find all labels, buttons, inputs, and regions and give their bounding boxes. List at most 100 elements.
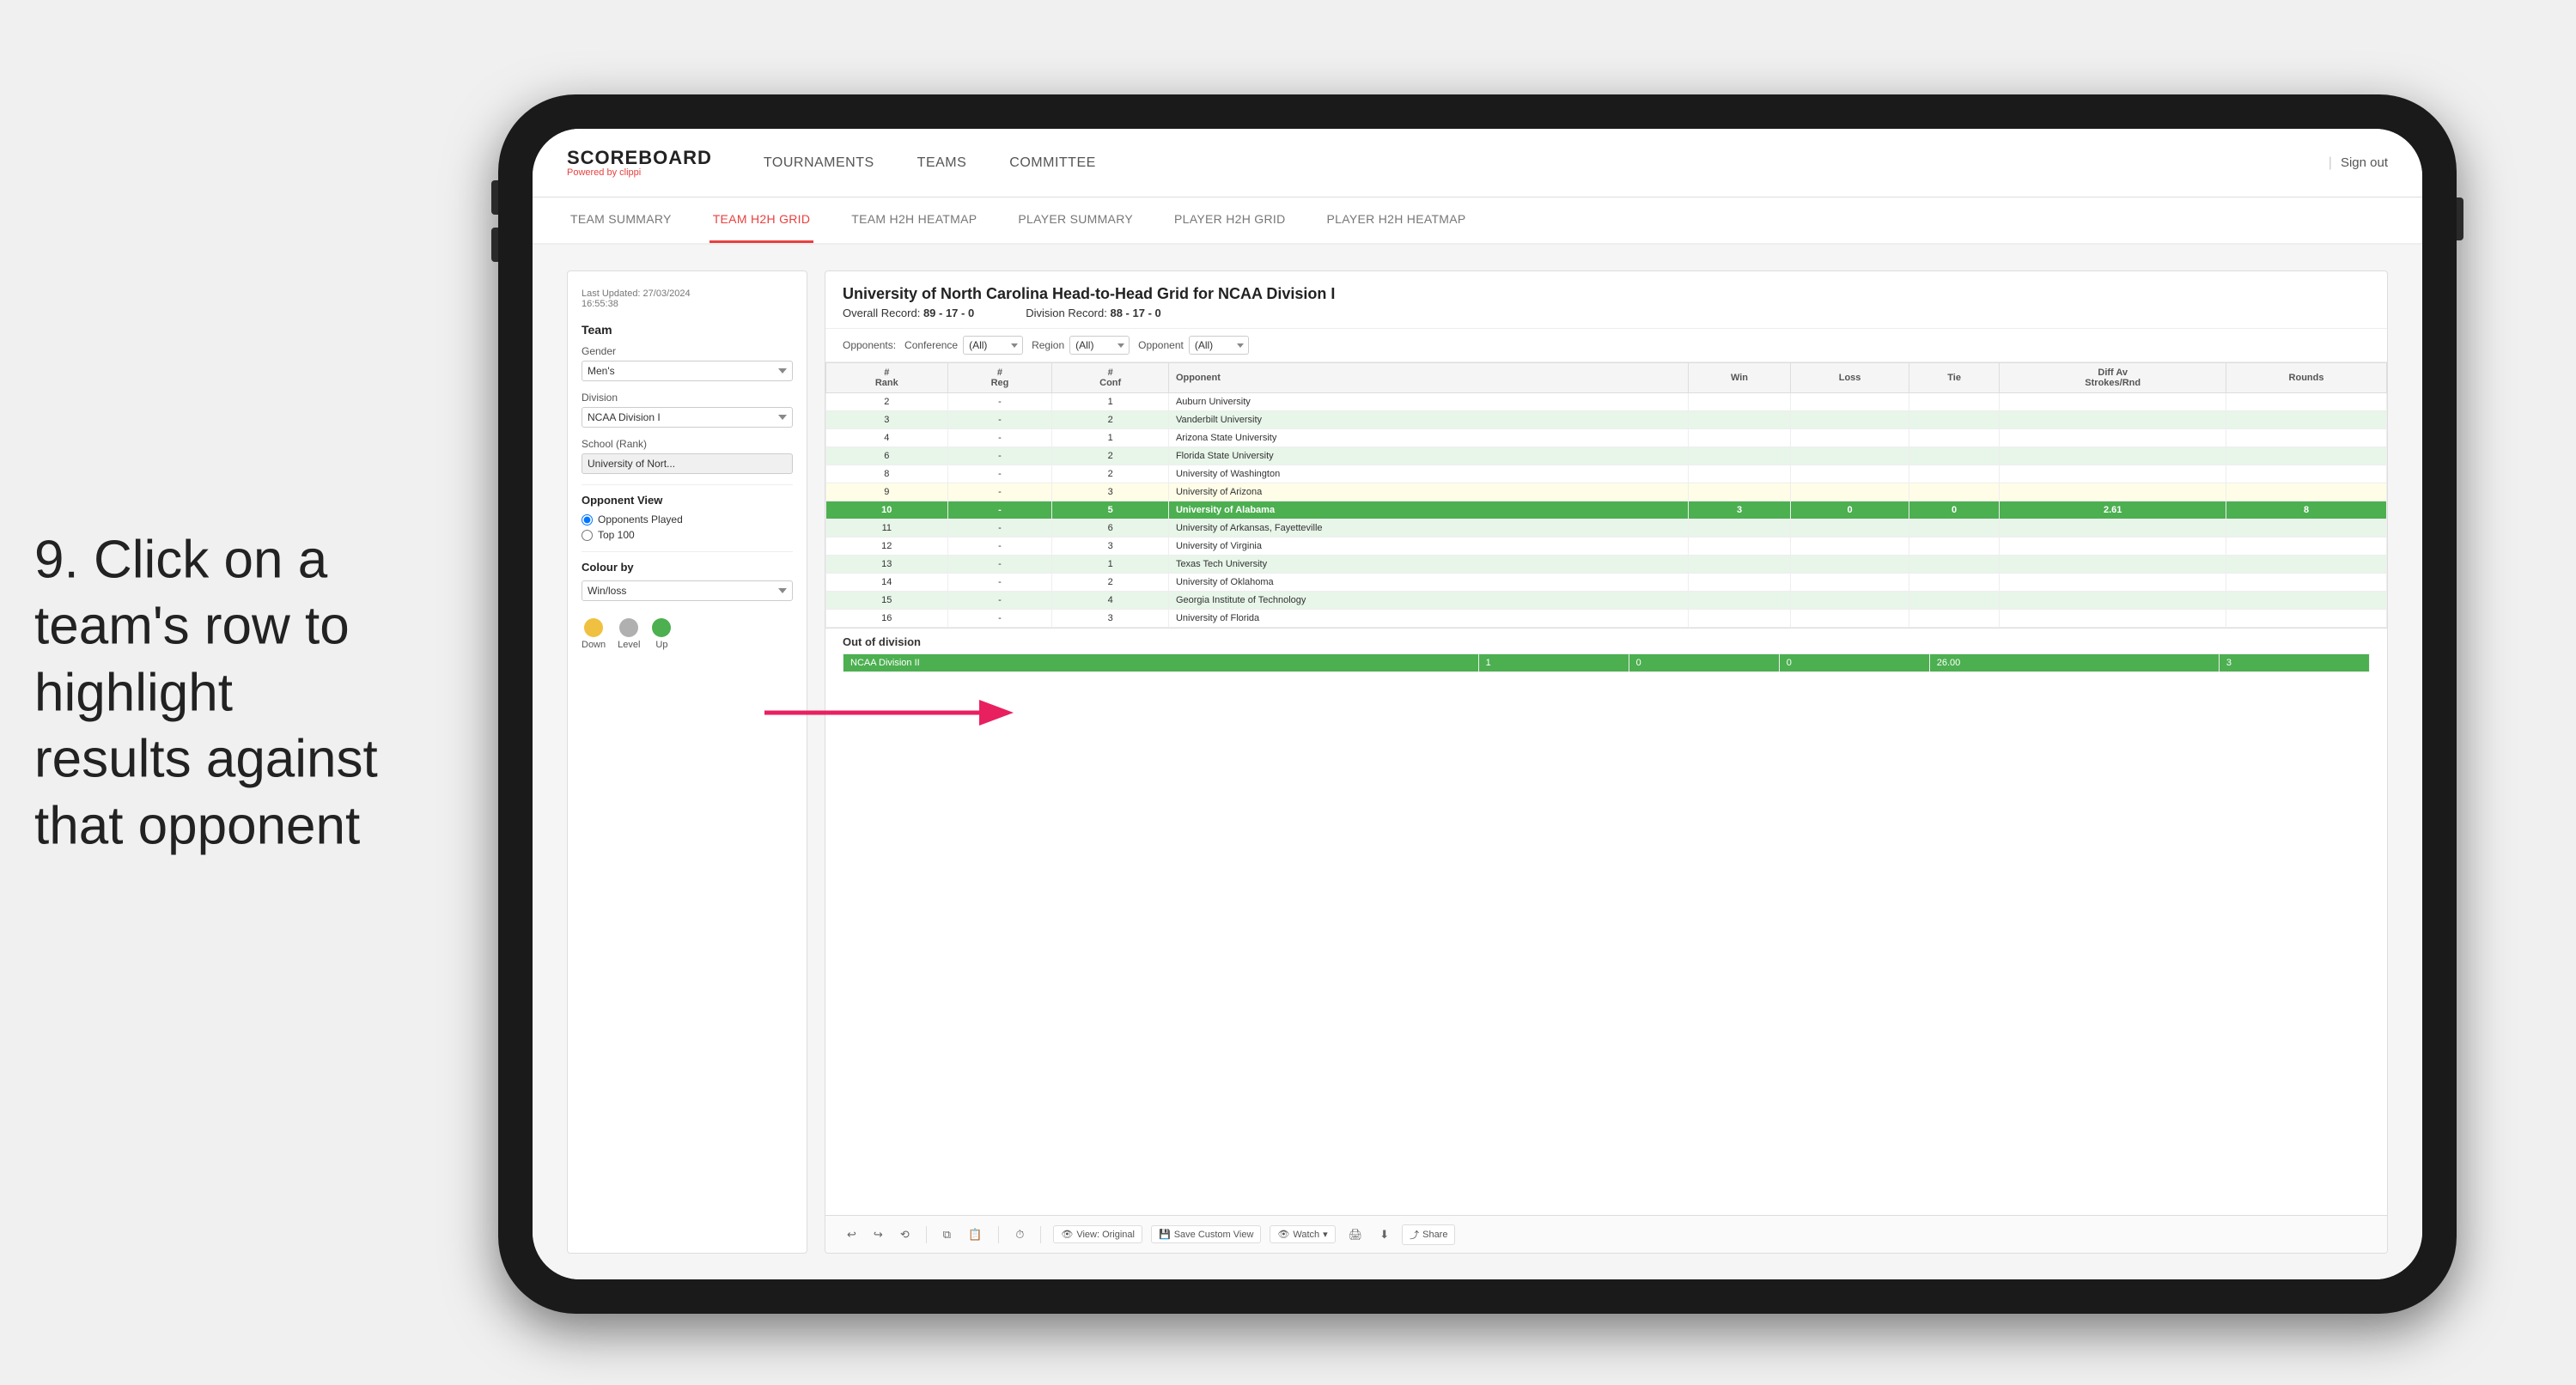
history-btn[interactable]: ⟲ (896, 1225, 914, 1244)
legend-level: Level (618, 618, 640, 650)
cell-win (1688, 610, 1791, 628)
region-filter-select[interactable]: (All) (1069, 336, 1130, 355)
nav-item-committee[interactable]: COMMITTEE (1009, 151, 1096, 175)
col-reg: #Reg (947, 363, 1052, 393)
undo-btn[interactable]: ↩ (843, 1225, 861, 1244)
cell-rank: 13 (826, 556, 948, 574)
nav-item-teams[interactable]: TEAMS (917, 151, 967, 175)
table-row[interactable]: 6-2Florida State University (826, 447, 2387, 465)
cell-rounds (2226, 592, 2387, 610)
cell-diff (2000, 574, 2226, 592)
cell-diff (2000, 465, 2226, 483)
radio-top100[interactable]: Top 100 (582, 529, 793, 541)
paste-btn[interactable]: 📋 (964, 1225, 986, 1244)
download-btn[interactable]: ⬇ (1375, 1225, 1393, 1244)
share-btn[interactable]: ⤴ Share (1402, 1224, 1455, 1245)
table-row[interactable]: 13-1Texas Tech University (826, 556, 2387, 574)
print-btn[interactable]: 🖨 (1344, 1225, 1367, 1244)
timer-btn[interactable]: ⏱ (1011, 1225, 1028, 1244)
cell-tie (1909, 574, 1999, 592)
table-row[interactable]: 9-3University of Arizona (826, 483, 2387, 501)
cell-win (1688, 411, 1791, 429)
cell-loss (1791, 610, 1909, 628)
tab-team-h2h-grid[interactable]: TEAM H2H GRID (709, 197, 814, 243)
division-select[interactable]: NCAA Division I (582, 407, 793, 428)
cell-diff (2000, 447, 2226, 465)
toolbar-sep-3 (1040, 1226, 1041, 1243)
volume-down-button[interactable] (491, 228, 498, 262)
gender-select[interactable]: Men's (582, 361, 793, 381)
cell-tie (1909, 538, 1999, 556)
cell-rounds (2226, 465, 2387, 483)
copy-btn[interactable]: ⧉ (939, 1225, 955, 1244)
colour-by-title: Colour by (582, 561, 793, 574)
table-row[interactable]: 2-1Auburn University (826, 393, 2387, 411)
table-row[interactable]: 4-1Arizona State University (826, 429, 2387, 447)
power-button[interactable] (2457, 197, 2463, 240)
table-row[interactable]: 10-5University of Alabama3002.618 (826, 501, 2387, 519)
colour-by-select[interactable]: Win/loss (582, 580, 793, 601)
sign-out-link[interactable]: Sign out (2341, 155, 2388, 170)
overall-record-value: 89 - 17 - 0 (923, 307, 974, 319)
cell-conf: 4 (1052, 592, 1169, 610)
opponent-filter-select[interactable]: (All) (1189, 336, 1249, 355)
legend-up-dot (652, 618, 671, 637)
save-custom-view-btn[interactable]: 💾 Save Custom View (1151, 1225, 1261, 1243)
cell-tie (1909, 411, 1999, 429)
cell-win (1688, 519, 1791, 538)
cell-opponent: University of Oklahoma (1168, 574, 1688, 592)
cell-opponent: Georgia Institute of Technology (1168, 592, 1688, 610)
scene: 9. Click on a team's row to highlight re… (0, 0, 2576, 1385)
table-row[interactable]: 12-3University of Virginia (826, 538, 2387, 556)
cell-win: 3 (1688, 501, 1791, 519)
col-opponent: Opponent (1168, 363, 1688, 393)
out-of-division-section: Out of division NCAA Division II 1 0 0 2… (825, 628, 2387, 679)
cell-conf: 2 (1052, 465, 1169, 483)
watch-btn[interactable]: 👁 Watch ▾ (1270, 1225, 1335, 1243)
tab-player-summary[interactable]: PLAYER SUMMARY (1014, 197, 1136, 243)
view-original-btn[interactable]: 👁 View: Original (1053, 1225, 1142, 1243)
col-rank: #Rank (826, 363, 948, 393)
school-label: School (Rank) (582, 438, 793, 450)
tab-player-h2h-grid[interactable]: PLAYER H2H GRID (1171, 197, 1289, 243)
cell-diff (2000, 393, 2226, 411)
cell-opponent: Auburn University (1168, 393, 1688, 411)
table-body: 2-1Auburn University3-2Vanderbilt Univer… (826, 393, 2387, 628)
table-header-row: #Rank #Reg #Conf Opponent Win Loss Tie D… (826, 363, 2387, 393)
out-div-win: 1 (1478, 654, 1629, 672)
cell-opponent: Texas Tech University (1168, 556, 1688, 574)
cell-rank: 16 (826, 610, 948, 628)
cell-rounds (2226, 393, 2387, 411)
out-div-row[interactable]: NCAA Division II 1 0 0 26.00 3 (843, 654, 2370, 672)
nav-item-tournaments[interactable]: TOURNAMENTS (764, 151, 874, 175)
table-row[interactable]: 3-2Vanderbilt University (826, 411, 2387, 429)
table-row[interactable]: 16-3University of Florida (826, 610, 2387, 628)
volume-up-button[interactable] (491, 180, 498, 215)
cell-rank: 8 (826, 465, 948, 483)
table-row[interactable]: 8-2University of Washington (826, 465, 2387, 483)
cell-conf: 3 (1052, 483, 1169, 501)
cell-reg: - (947, 429, 1052, 447)
opponent-radio-group: Opponents Played Top 100 (582, 513, 793, 541)
cell-loss: 0 (1791, 501, 1909, 519)
redo-btn[interactable]: ↪ (869, 1225, 887, 1244)
cell-conf: 1 (1052, 393, 1169, 411)
opponent-filter-group: Opponent (All) (1138, 336, 1249, 355)
data-table: #Rank #Reg #Conf Opponent Win Loss Tie D… (825, 362, 2387, 628)
col-win: Win (1688, 363, 1791, 393)
radio-opponents-played[interactable]: Opponents Played (582, 513, 793, 525)
cell-opponent: Vanderbilt University (1168, 411, 1688, 429)
cell-loss (1791, 556, 1909, 574)
cell-conf: 3 (1052, 610, 1169, 628)
legend-down-dot (584, 618, 603, 637)
tab-player-h2h-heatmap[interactable]: PLAYER H2H HEATMAP (1324, 197, 1470, 243)
conference-filter-select[interactable]: (All) (963, 336, 1023, 355)
table-row[interactable]: 11-6University of Arkansas, Fayetteville (826, 519, 2387, 538)
division-record-label: Division Record: 88 - 17 - 0 (1026, 307, 1161, 319)
tab-team-summary[interactable]: TEAM SUMMARY (567, 197, 675, 243)
table-row[interactable]: 14-2University of Oklahoma (826, 574, 2387, 592)
table-row[interactable]: 15-4Georgia Institute of Technology (826, 592, 2387, 610)
cell-rounds (2226, 447, 2387, 465)
cell-rank: 4 (826, 429, 948, 447)
tab-team-h2h-heatmap[interactable]: TEAM H2H HEATMAP (848, 197, 980, 243)
